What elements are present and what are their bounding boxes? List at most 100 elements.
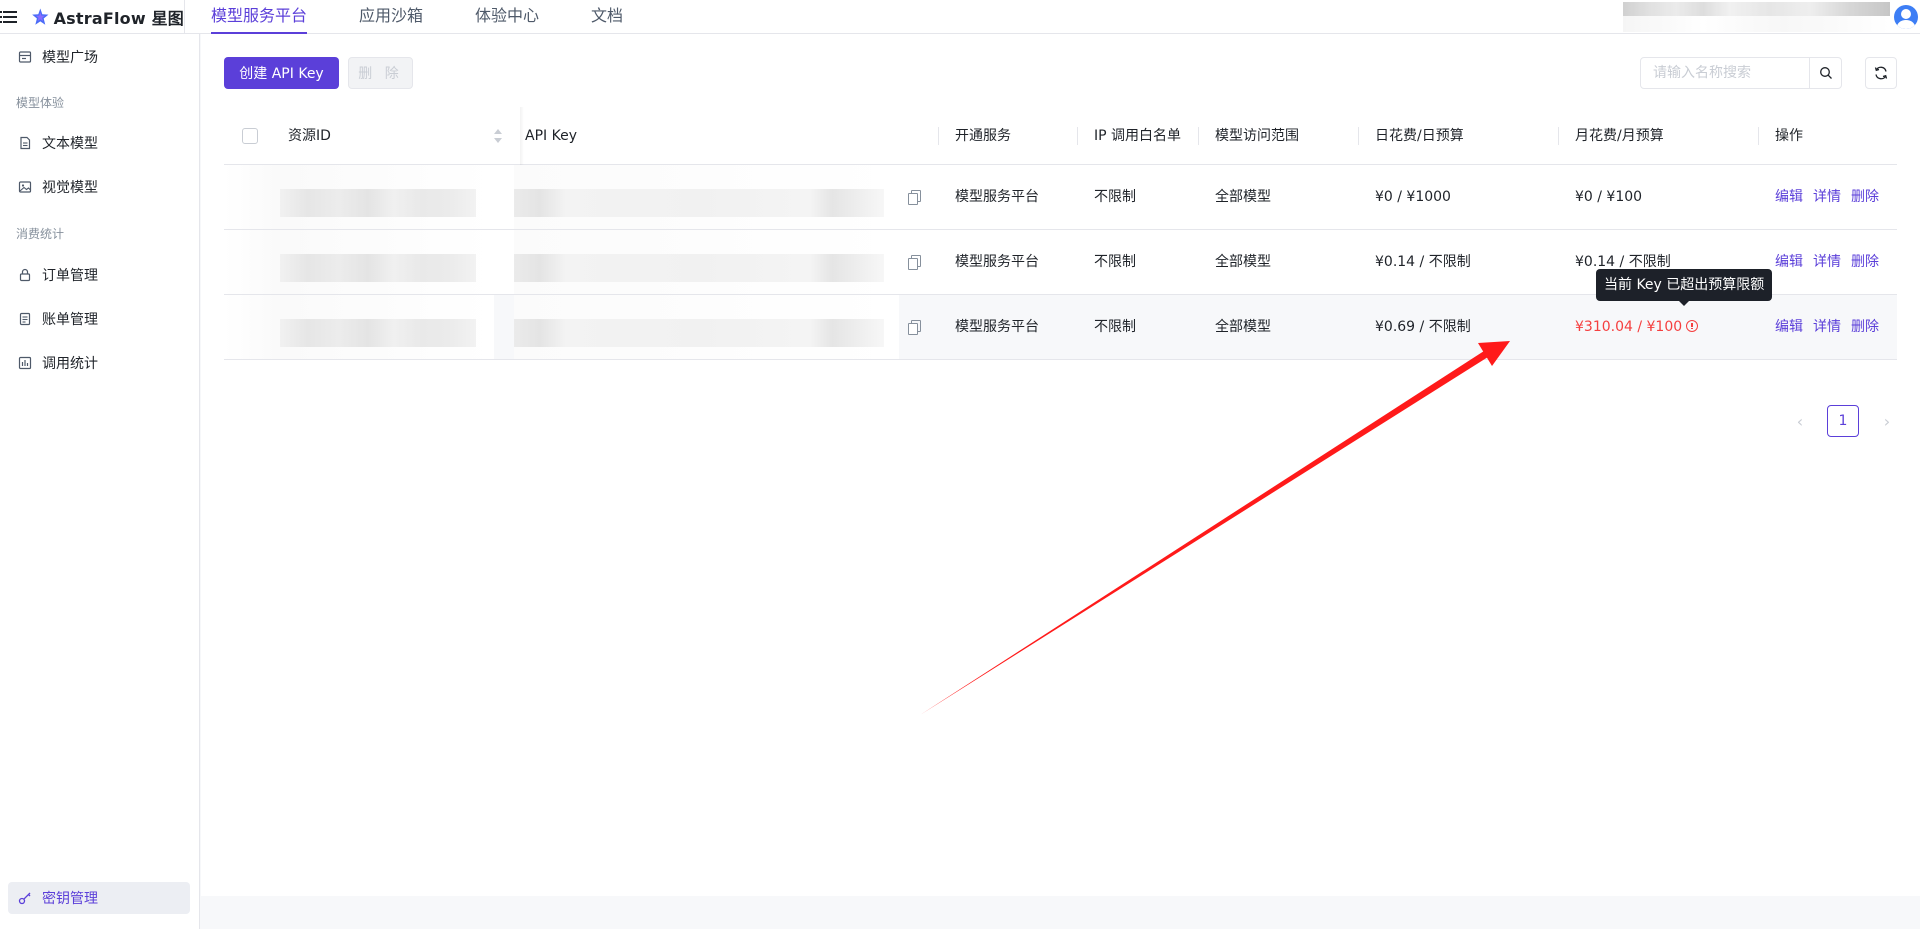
sidebar-item-label: 视觉模型	[42, 180, 98, 196]
copy-icon[interactable]	[908, 320, 921, 335]
sidebar-item-label: 模型广场	[42, 50, 98, 66]
refresh-icon	[1874, 66, 1888, 80]
column-ip-whitelist: IP 调用白名单	[1094, 128, 1182, 144]
column-divider	[1558, 127, 1559, 145]
sidebar-item-key-management[interactable]: 密钥管理	[8, 882, 190, 914]
delete-link[interactable]: 删除	[1851, 295, 1879, 359]
next-page-button[interactable]: ›	[1871, 405, 1903, 437]
warning-info-icon[interactable]	[1686, 320, 1699, 332]
sidebar: 模型广场 模型体验 文本模型 视觉模型 消费统计 订单管理 账单管理 调用统计	[0, 34, 200, 929]
edit-link[interactable]: 编辑	[1775, 295, 1803, 359]
bill-icon	[18, 312, 32, 326]
detail-link[interactable]: 详情	[1813, 165, 1841, 229]
nav-docs[interactable]: 文档	[591, 0, 623, 34]
edit-link[interactable]: 编辑	[1775, 165, 1803, 229]
column-resource-id: 资源ID	[288, 128, 331, 144]
cell-model-scope: 全部模型	[1215, 319, 1271, 335]
column-divider	[938, 127, 939, 145]
delete-link[interactable]: 删除	[1851, 165, 1879, 229]
api-key-table: 资源ID API Key 开通服务 IP 调用白名单 模型访问范围 日花费/日预…	[224, 107, 1897, 360]
column-monthly-budget: 月花费/月预算	[1575, 128, 1664, 144]
sidebar-item-label: 调用统计	[42, 356, 98, 372]
blurred-resource-id	[224, 230, 494, 294]
sidebar-item-label: 文本模型	[42, 136, 98, 152]
sidebar-item-call-stats[interactable]: 调用统计	[0, 345, 200, 381]
sidebar-group-consumption: 消费统计	[16, 227, 65, 241]
cell-service: 模型服务平台	[955, 254, 1039, 270]
copy-icon[interactable]	[908, 255, 921, 270]
star-logo-icon	[32, 7, 49, 25]
column-divider	[1758, 127, 1759, 145]
blurred-resource-id	[224, 165, 494, 229]
nav-app-sandbox[interactable]: 应用沙箱	[359, 0, 423, 34]
sidebar-item-bills[interactable]: 账单管理	[0, 301, 200, 337]
bar-chart-icon	[18, 356, 32, 370]
key-icon	[18, 891, 32, 905]
nav-model-service[interactable]: 模型服务平台	[211, 0, 308, 34]
monthly-budget-value: ¥310.04 / ¥100	[1575, 319, 1683, 335]
column-daily-budget: 日花费/日预算	[1375, 128, 1464, 144]
document-icon	[18, 136, 32, 150]
select-all-checkbox[interactable]	[242, 128, 258, 144]
sidebar-item-label: 密钥管理	[42, 891, 98, 907]
app-logo[interactable]: AstraFlow 星图	[31, 0, 185, 34]
top-bar: AstraFlow 星图 模型服务平台 应用沙箱 体验中心 文档	[0, 0, 1920, 34]
sidebar-group-model-experience: 模型体验	[16, 96, 65, 110]
table-row: 模型服务平台 不限制 全部模型 ¥0.69 / 不限制 ¥310.04 / ¥1…	[224, 295, 1897, 360]
blurred-api-key	[514, 230, 899, 294]
sidebar-item-model-plaza[interactable]: 模型广场	[0, 39, 200, 75]
cell-ip-whitelist: 不限制	[1094, 254, 1136, 270]
cell-ip-whitelist: 不限制	[1094, 189, 1136, 205]
search-input[interactable]	[1640, 57, 1810, 89]
cell-monthly-budget: ¥0 / ¥100	[1575, 189, 1643, 205]
copy-icon[interactable]	[908, 190, 921, 205]
prev-page-button[interactable]: ‹	[1784, 405, 1816, 437]
column-api-key: API Key	[525, 128, 577, 144]
nav-experience-center[interactable]: 体验中心	[475, 0, 539, 34]
edit-link[interactable]: 编辑	[1775, 230, 1803, 294]
cell-ip-whitelist: 不限制	[1094, 319, 1136, 335]
column-divider	[1198, 127, 1199, 145]
blurred-user-info	[1623, 2, 1890, 32]
blurred-api-key	[514, 165, 899, 229]
cell-model-scope: 全部模型	[1215, 254, 1271, 270]
column-service: 开通服务	[955, 128, 1011, 144]
table-row: 模型服务平台 不限制 全部模型 ¥0 / ¥1000 ¥0 / ¥100 编辑 …	[224, 165, 1897, 230]
cell-daily-budget: ¥0.69 / 不限制	[1375, 319, 1471, 335]
cell-daily-budget: ¥0.14 / 不限制	[1375, 254, 1471, 270]
avatar[interactable]	[1894, 5, 1918, 29]
delete-button[interactable]: 删 除	[348, 57, 413, 89]
column-model-scope: 模型访问范围	[1215, 128, 1299, 144]
delete-link[interactable]: 删除	[1851, 230, 1879, 294]
menu-toggle-icon[interactable]	[0, 9, 21, 25]
column-divider	[1358, 127, 1359, 145]
over-budget-tooltip: 当前 Key 已超出预算限额	[1596, 269, 1773, 306]
refresh-button[interactable]	[1865, 57, 1897, 89]
page-number[interactable]: 1	[1827, 405, 1859, 437]
sidebar-item-label: 订单管理	[42, 268, 98, 284]
sidebar-item-text-model[interactable]: 文本模型	[0, 125, 200, 161]
app-name: AstraFlow 星图	[53, 8, 184, 28]
store-icon	[18, 50, 32, 64]
create-api-key-button[interactable]: 创建 API Key	[224, 57, 339, 89]
column-divider	[520, 107, 524, 165]
sidebar-item-orders[interactable]: 订单管理	[0, 257, 200, 293]
search-icon	[1819, 67, 1832, 79]
blurred-api-key	[514, 295, 899, 359]
column-divider	[1077, 127, 1078, 145]
top-nav: 模型服务平台 应用沙箱 体验中心 文档	[211, 0, 675, 34]
blurred-resource-id	[224, 295, 494, 359]
detail-link[interactable]: 详情	[1813, 295, 1841, 359]
sort-icon[interactable]	[494, 129, 502, 143]
table-header: 资源ID API Key 开通服务 IP 调用白名单 模型访问范围 日花费/日预…	[224, 107, 1897, 165]
cell-model-scope: 全部模型	[1215, 189, 1271, 205]
cell-service: 模型服务平台	[955, 319, 1039, 335]
detail-link[interactable]: 详情	[1813, 230, 1841, 294]
main-content: 创建 API Key 删 除 资源ID API Key 开通服务 IP 调用白名…	[201, 34, 1920, 896]
lock-icon	[18, 268, 32, 282]
cell-service: 模型服务平台	[955, 189, 1039, 205]
search-button[interactable]	[1809, 57, 1842, 89]
column-actions: 操作	[1775, 128, 1803, 144]
sidebar-item-vision-model[interactable]: 视觉模型	[0, 169, 200, 205]
image-icon	[18, 180, 32, 194]
